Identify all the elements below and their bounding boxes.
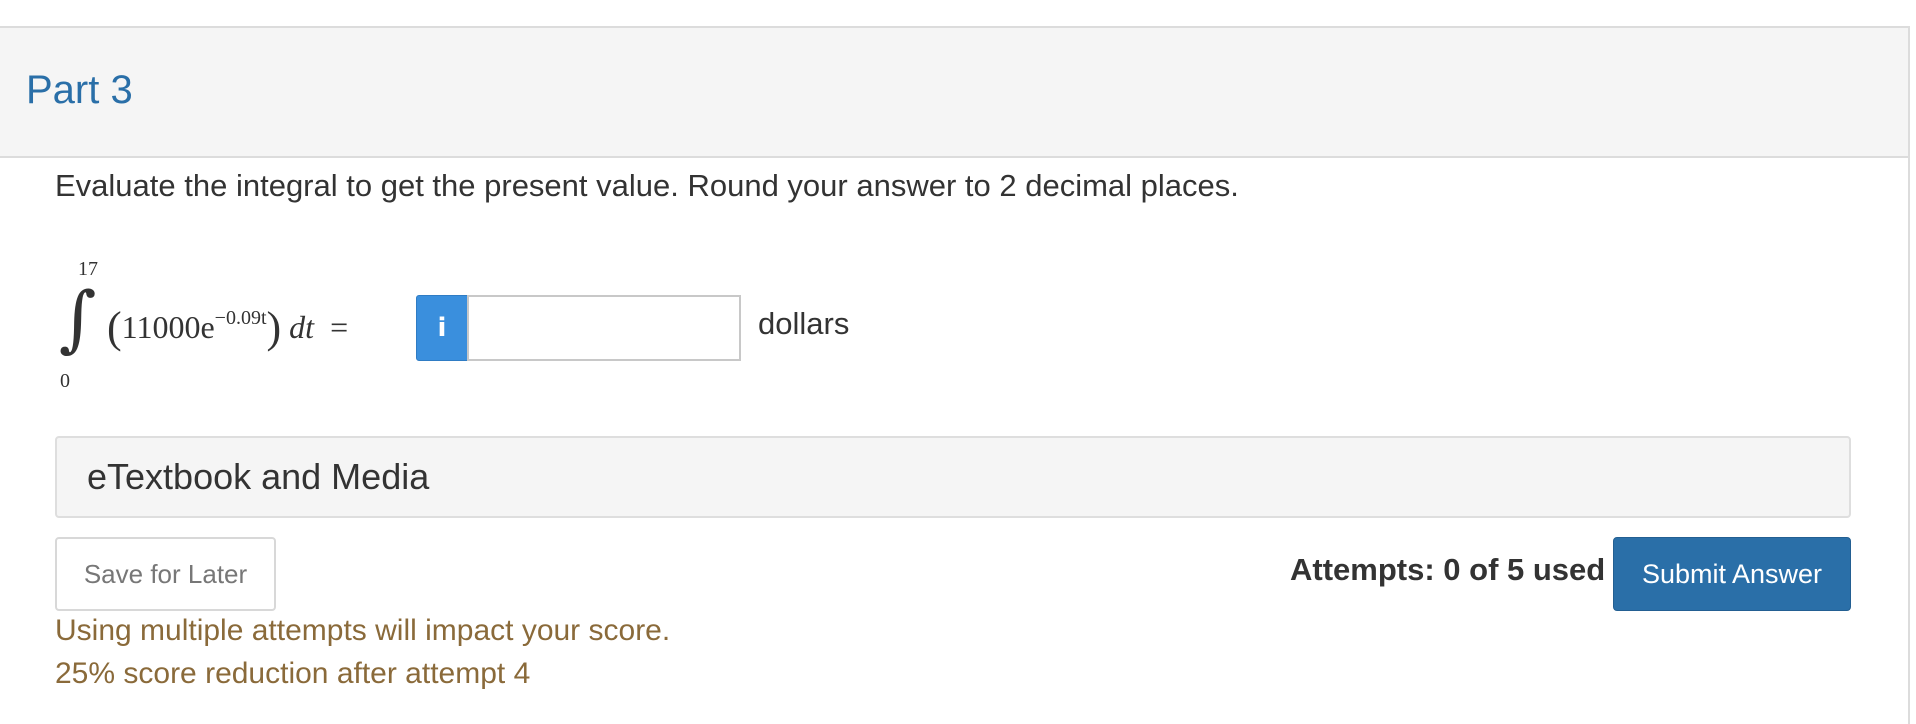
part-header: Part 3 bbox=[0, 28, 1908, 158]
submit-answer-button[interactable]: Submit Answer bbox=[1613, 537, 1851, 611]
unit-label: dollars bbox=[758, 306, 850, 341]
score-reduction-note: 25% score reduction after attempt 4 bbox=[55, 657, 531, 690]
attempts-warning: Using multiple attempts will impact your… bbox=[55, 614, 671, 647]
save-for-later-button[interactable]: Save for Later bbox=[55, 537, 276, 611]
part-title: Part 3 bbox=[26, 68, 133, 112]
etextbook-media-toggle[interactable]: eTextbook and Media bbox=[55, 436, 1851, 518]
question-text: Evaluate the integral to get the present… bbox=[55, 168, 1239, 203]
integrand: (11000e−0.09t) dt = bbox=[107, 303, 349, 352]
equals-sign: = bbox=[330, 309, 349, 345]
etextbook-label: eTextbook and Media bbox=[87, 456, 430, 497]
integrand-differential: dt bbox=[289, 309, 315, 345]
attempts-counter: Attempts: 0 of 5 used bbox=[1290, 552, 1606, 587]
integrand-exponent: −0.09t bbox=[214, 307, 267, 329]
integral-lower-limit: 0 bbox=[60, 370, 70, 392]
info-icon[interactable]: i bbox=[416, 295, 468, 361]
answer-input[interactable] bbox=[467, 295, 741, 361]
integrand-coefficient: 11000e bbox=[121, 309, 215, 345]
integral-sign: ∫ bbox=[59, 276, 97, 360]
